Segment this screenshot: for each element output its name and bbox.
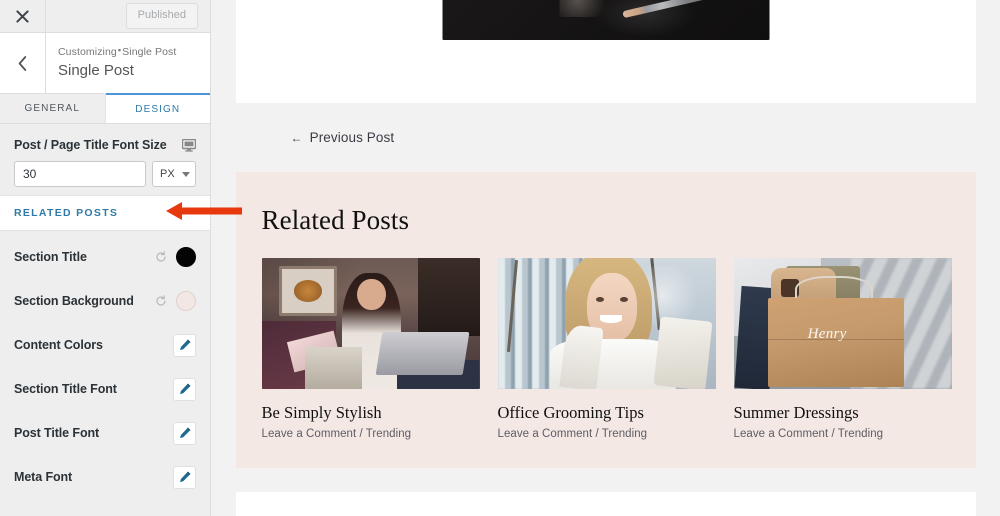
- related-post-meta: Leave a Comment / Trending: [497, 428, 648, 441]
- related-post-meta: Leave a Comment / Trending: [733, 428, 884, 441]
- sidebar-topbar: Published: [0, 0, 210, 33]
- font-size-control: Post / Page Title Font Size PX: [0, 124, 210, 195]
- breadcrumb: Customizing▪Single Post: [58, 44, 176, 60]
- pencil-edit-icon: [179, 427, 190, 439]
- reset-icon[interactable]: [155, 251, 167, 263]
- published-button[interactable]: Published: [125, 3, 198, 29]
- tab-general[interactable]: GENERAL: [0, 94, 106, 123]
- related-post-card: Office Grooming Tips Leave a Comment / T…: [497, 257, 716, 441]
- related-posts-section: Related Posts Be Simply Stylish Leave a …: [235, 172, 976, 469]
- tab-design[interactable]: DESIGN: [105, 93, 210, 123]
- related-posts-grid: Be Simply Stylish Leave a Comment / Tren…: [261, 257, 952, 441]
- font-size-inputs: PX: [14, 161, 196, 187]
- hero-makeup-brush: [622, 0, 740, 19]
- hero-powder-dust: [559, 0, 620, 17]
- back-button[interactable]: [0, 33, 46, 93]
- pencil-edit-button-post-title-font[interactable]: [173, 421, 196, 445]
- control-label: Post Title Font: [14, 426, 100, 440]
- control-right: [173, 377, 196, 401]
- related-posts-heading: Related Posts: [261, 205, 410, 235]
- sidebar-tabs: GENERAL DESIGN: [0, 93, 210, 124]
- control-row-section-title: Section Title: [0, 235, 210, 279]
- breadcrumb-section: Single Post: [122, 46, 177, 59]
- control-row-section-background: Section Background: [0, 279, 210, 323]
- control-row-post-title-font: Post Title Font: [0, 411, 210, 455]
- related-post-card: Henry Summer Dressings Leave a Comment /…: [733, 257, 952, 441]
- control-label: Meta Font: [14, 470, 73, 484]
- font-size-unit-select[interactable]: PX: [152, 161, 196, 187]
- related-post-meta: Leave a Comment / Trending: [261, 428, 412, 441]
- control-right: [173, 421, 196, 445]
- pencil-edit-button-content-colors[interactable]: [173, 333, 196, 357]
- sidebar-panel-header: Customizing▪Single Post Single Post: [0, 33, 210, 94]
- pencil-edit-button-meta-font[interactable]: [173, 465, 196, 489]
- desktop-monitor-icon[interactable]: [182, 138, 196, 152]
- sidebar-controls: Post / Page Title Font Size PX: [0, 124, 210, 516]
- post-navigation: ← Previous Post: [236, 103, 976, 172]
- related-post-thumbnail[interactable]: Henry: [733, 257, 952, 389]
- font-size-input[interactable]: [14, 161, 146, 187]
- font-size-label-row: Post / Page Title Font Size: [14, 138, 196, 152]
- font-size-unit-value: PX: [160, 168, 175, 180]
- control-right: [155, 247, 196, 267]
- post-content-block: [235, 0, 976, 103]
- reset-icon[interactable]: [155, 295, 167, 307]
- font-size-label: Post / Page Title Font Size: [14, 138, 167, 152]
- site-preview: ← Previous Post Related Posts Be Simply …: [211, 0, 1000, 516]
- control-label: Section Title Font: [14, 382, 117, 396]
- close-customizer-button[interactable]: [0, 0, 46, 32]
- arrow-left-icon: ←: [290, 130, 303, 145]
- section-header-related-posts[interactable]: RELATED POSTS: [0, 195, 210, 231]
- related-post-card: Be Simply Stylish Leave a Comment / Tren…: [261, 257, 480, 441]
- control-label: Section Title: [14, 250, 87, 264]
- control-label: Section Background: [14, 294, 134, 308]
- chevron-down-icon: [182, 171, 190, 177]
- color-swatch-section-background[interactable]: [176, 291, 196, 311]
- control-row-content-colors: Content Colors: [0, 323, 210, 367]
- panel-title: Single Post: [58, 61, 134, 79]
- shopping-bag-brand-text: Henry: [807, 325, 847, 342]
- related-post-thumbnail[interactable]: [261, 257, 480, 389]
- breadcrumb-prefix: Customizing: [58, 46, 117, 59]
- customizer-sidebar: Published Customizing▪Single Post Single…: [0, 0, 211, 516]
- next-content-block: [235, 492, 976, 516]
- pencil-edit-button-section-title-font[interactable]: [173, 377, 196, 401]
- panel-header-text: Customizing▪Single Post Single Post: [46, 44, 176, 81]
- hero-image: [442, 0, 769, 40]
- pencil-edit-icon: [179, 339, 190, 351]
- control-row-meta-font: Meta Font: [0, 455, 210, 499]
- close-icon: [16, 9, 29, 23]
- related-posts-control-rows: Section Title Section Background Content…: [0, 231, 210, 499]
- related-post-thumbnail[interactable]: [497, 257, 716, 389]
- customizer-screen: Published Customizing▪Single Post Single…: [0, 0, 1000, 516]
- related-post-title[interactable]: Office Grooming Tips: [498, 403, 716, 423]
- color-swatch-section-title[interactable]: [176, 247, 196, 267]
- pencil-edit-icon: [179, 471, 190, 483]
- related-post-title[interactable]: Be Simply Stylish: [262, 403, 480, 423]
- control-row-section-title-font: Section Title Font: [0, 367, 210, 411]
- control-right: [173, 465, 196, 489]
- related-post-title[interactable]: Summer Dressings: [734, 403, 952, 423]
- control-label: Content Colors: [14, 338, 103, 352]
- previous-post-label: Previous Post: [309, 130, 395, 145]
- control-right: [173, 333, 196, 357]
- pencil-edit-icon: [179, 383, 190, 395]
- control-right: [155, 291, 196, 311]
- previous-post-link[interactable]: ← Previous Post: [291, 130, 395, 145]
- chevron-left-icon: [18, 55, 27, 71]
